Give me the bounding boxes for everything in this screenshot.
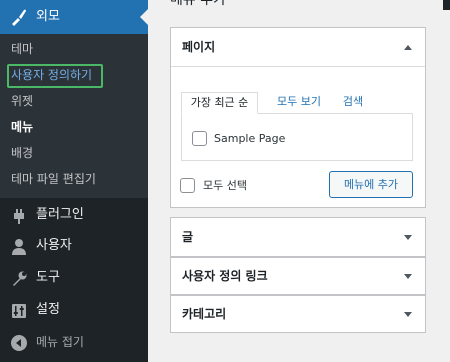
sample-page-checkbox[interactable] (192, 131, 207, 146)
expand-caret-icon (404, 274, 412, 279)
current-menu-arrow (140, 9, 148, 25)
settings-sliders-icon (12, 304, 26, 318)
submenu-themes[interactable]: 테마 (0, 36, 148, 62)
submenu-widgets[interactable]: 위젯 (0, 88, 148, 114)
submenu-theme-file-editor[interactable]: 테마 파일 편집기 (0, 166, 148, 192)
menu-settings[interactable]: 설정 (0, 294, 148, 326)
right-panel-edge (443, 0, 450, 10)
submenu-background[interactable]: 배경 (0, 140, 148, 166)
categories-accordion[interactable]: 카테고리 (170, 295, 426, 333)
pages-accordion-title[interactable]: 페이지 (182, 39, 215, 55)
menu-settings-label: 설정 (36, 302, 60, 317)
expand-caret-icon (404, 235, 412, 240)
menu-appearance-label: 외모 (36, 9, 60, 24)
expand-caret-icon (404, 312, 412, 317)
user-icon (12, 239, 26, 255)
collapse-menu-button[interactable]: 메뉴 접기 (0, 326, 148, 358)
header-divider (171, 66, 425, 67)
wrench-icon (13, 271, 27, 286)
posts-accordion[interactable]: 글 (170, 217, 426, 257)
focus-outline (7, 64, 103, 88)
page-title: 메뉴 추가 (170, 0, 226, 8)
sample-page-label: Sample Page (214, 132, 286, 145)
admin-sidebar: 외모 테마 사용자 정의하기 위젯 메뉴 배경 테마 파일 편집기 플러그인 사… (0, 0, 148, 362)
plugin-icon (14, 209, 24, 224)
tab-view-all[interactable]: 모두 보기 (265, 92, 333, 114)
menu-plugins[interactable]: 플러그인 (0, 199, 148, 231)
menu-plugins-label: 플러그인 (36, 207, 84, 222)
select-all-label: 모두 선택 (203, 179, 247, 192)
collapse-caret-icon[interactable] (404, 45, 412, 50)
select-all-checkbox[interactable] (180, 178, 195, 193)
collapse-menu-label: 메뉴 접기 (36, 335, 84, 349)
menu-users-label: 사용자 (36, 238, 72, 253)
custom-links-accordion[interactable]: 사용자 정의 링크 (170, 257, 426, 295)
tab-search[interactable]: 검색 (335, 92, 371, 114)
submenu-menus[interactable]: 메뉴 (0, 114, 148, 140)
collapse-arrow-icon (11, 335, 27, 351)
menu-tools-label: 도구 (36, 270, 60, 285)
menu-tools[interactable]: 도구 (0, 262, 148, 294)
menu-appearance[interactable]: 외모 (0, 0, 148, 34)
tab-most-recent[interactable]: 가장 최근 순 (181, 92, 258, 114)
add-to-menu-button[interactable]: 메뉴에 추가 (329, 171, 413, 198)
custom-links-accordion-title: 사용자 정의 링크 (182, 269, 268, 283)
paintbrush-icon (12, 9, 26, 26)
categories-accordion-title: 카테고리 (182, 307, 227, 321)
menu-users[interactable]: 사용자 (0, 230, 148, 262)
posts-accordion-title: 글 (182, 230, 194, 244)
